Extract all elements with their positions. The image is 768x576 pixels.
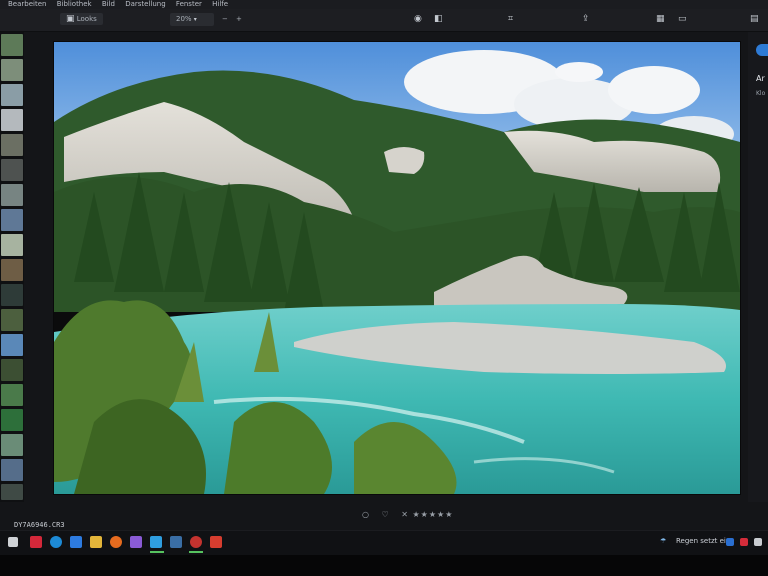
zoom-out-label: − xyxy=(222,15,228,23)
crop-button[interactable]: ⌗ xyxy=(508,13,513,25)
filmstrip-thumbnail[interactable] xyxy=(1,284,23,306)
tray-app-icon[interactable] xyxy=(726,538,734,546)
zoom-select[interactable]: 20% ▾ xyxy=(170,13,214,26)
zoom-in-label: + xyxy=(236,15,242,23)
menu-item-image[interactable]: Bild xyxy=(102,0,115,8)
landscape-photo xyxy=(54,42,740,494)
active-indicator xyxy=(150,551,164,553)
menu-item-view[interactable]: Darstellung xyxy=(125,0,165,8)
right-panel: Ar Klo xyxy=(748,32,768,502)
filmstrip-thumbnail[interactable] xyxy=(1,209,23,231)
app-purple-icon[interactable] xyxy=(130,536,142,548)
file-name: DY7A6946.CR3 xyxy=(14,521,65,529)
weather-text[interactable]: Regen setzt ein xyxy=(676,537,730,545)
zoom-value: 20% xyxy=(176,15,192,23)
preview-eye-button[interactable]: ◉ xyxy=(414,13,422,25)
filmstrip-thumbnail[interactable] xyxy=(1,184,23,206)
edge-icon[interactable] xyxy=(50,536,62,548)
filmstrip-thumbnail[interactable] xyxy=(1,334,23,356)
star-rating[interactable]: ★★★★★ xyxy=(413,510,454,519)
clear-rating-button[interactable]: ✕ xyxy=(401,510,409,519)
grid-icon: ▦ xyxy=(656,14,665,24)
photo-viewer[interactable] xyxy=(54,42,740,494)
taskbar: ☂ Regen setzt ein xyxy=(0,530,768,555)
menu-item-edit[interactable]: Bearbeiten xyxy=(8,0,46,8)
firefox-icon[interactable] xyxy=(110,536,122,548)
eye-icon: ◉ xyxy=(414,14,422,24)
filmstrip-thumbnail[interactable] xyxy=(1,134,23,156)
filmstrip-thumbnail[interactable] xyxy=(1,409,23,431)
folder-icon[interactable] xyxy=(90,536,102,548)
filmstrip-thumbnail[interactable] xyxy=(1,459,23,481)
looks-button[interactable]: ▣ Looks xyxy=(60,13,103,25)
panel-logo-icon xyxy=(756,44,768,56)
panel-title: Ar xyxy=(756,74,765,83)
single-view-button[interactable]: ▭ xyxy=(678,13,687,25)
tray-app-icon[interactable] xyxy=(740,538,748,546)
filmstrip-thumbnail[interactable] xyxy=(1,359,23,381)
toolbar: ▣ Looks 20% ▾ − + ◉ ◧ ⌗ ⇪ ▦ ▭ ▤ xyxy=(0,9,768,32)
mail-icon[interactable] xyxy=(70,536,82,548)
export-button[interactable]: ⇪ xyxy=(582,13,590,25)
active-indicator xyxy=(189,551,203,553)
menu-item-library[interactable]: Bibliothek xyxy=(57,0,92,8)
filmstrip-thumbnail[interactable] xyxy=(1,434,23,456)
crop-icon: ⌗ xyxy=(508,14,514,24)
umbrella-icon: ☂ xyxy=(660,537,667,545)
filmstrip xyxy=(0,32,24,502)
share-icon: ⇪ xyxy=(582,14,590,24)
compare-button[interactable]: ◧ xyxy=(434,13,443,25)
menu-item-help[interactable]: Hilfe xyxy=(212,0,228,8)
like-button[interactable]: ♡ xyxy=(382,510,390,519)
single-view-icon: ▭ xyxy=(678,14,687,24)
panel-toggle-button[interactable]: ▤ xyxy=(750,13,759,25)
rating-bar: ○ ♡ ✕ ★★★★★ xyxy=(362,510,453,519)
filmstrip-thumbnail[interactable] xyxy=(1,84,23,106)
filmstrip-thumbnail[interactable] xyxy=(1,59,23,81)
menu-bar: Bearbeiten Bibliothek Bild Darstellung F… xyxy=(0,0,768,9)
menu-item-window[interactable]: Fenster xyxy=(176,0,202,8)
filmstrip-thumbnail[interactable] xyxy=(1,309,23,331)
filmstrip-thumbnail[interactable] xyxy=(1,234,23,256)
reject-button[interactable]: ○ xyxy=(362,510,370,519)
app-blue-icon[interactable] xyxy=(150,536,162,548)
grid-view-button[interactable]: ▦ xyxy=(656,13,665,25)
filmstrip-thumbnail[interactable] xyxy=(1,159,23,181)
compare-icon: ◧ xyxy=(434,14,443,24)
looks-icon: ▣ xyxy=(66,14,75,24)
tray-app-icon[interactable] xyxy=(754,538,762,546)
panel-subtitle: Klo xyxy=(756,90,766,97)
chevron-down-icon: ▾ xyxy=(193,16,197,23)
filmstrip-thumbnail[interactable] xyxy=(1,34,23,56)
steam-icon[interactable] xyxy=(170,536,182,548)
panel-icon: ▤ xyxy=(750,14,759,24)
filmstrip-thumbnail[interactable] xyxy=(1,484,23,500)
looks-label: Looks xyxy=(76,15,97,23)
filmstrip-thumbnail[interactable] xyxy=(1,259,23,281)
start-icon[interactable] xyxy=(8,537,18,547)
zoom-out-button[interactable]: − xyxy=(222,13,228,25)
filmstrip-thumbnail[interactable] xyxy=(1,109,23,131)
chrome-icon[interactable] xyxy=(190,536,202,548)
office-icon[interactable] xyxy=(210,536,222,548)
filmstrip-thumbnail[interactable] xyxy=(1,384,23,406)
monitor-bezel xyxy=(0,555,768,576)
app-red-icon[interactable] xyxy=(30,536,42,548)
zoom-in-button[interactable]: + xyxy=(236,13,242,25)
